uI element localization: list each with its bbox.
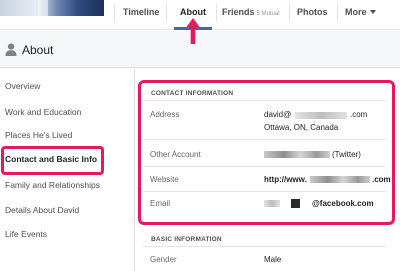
- tab-more-label: More: [345, 7, 367, 17]
- sidebar-item-overview[interactable]: Overview: [5, 81, 40, 91]
- tab-divider: [289, 4, 290, 22]
- sidebar-highlight-annotation: [1, 146, 104, 175]
- divider: [143, 246, 386, 247]
- mutual-friends-count: 5 Mutual: [256, 11, 280, 17]
- profile-tab-bar: Timeline About Friends 5 Mutual Photos Mo…: [0, 0, 400, 30]
- sidebar-item-places-lived[interactable]: Places He's Lived: [5, 130, 72, 140]
- sidebar-item-life-events[interactable]: Life Events: [5, 229, 47, 239]
- tab-friends[interactable]: Friends 5 Mutual: [222, 0, 280, 30]
- sidebar-item-details-about[interactable]: Details About David: [5, 205, 79, 215]
- cover-photo-thumbnail[interactable]: [0, 0, 104, 16]
- sidebar-item-family-relationships[interactable]: Family and Relationships: [5, 180, 100, 190]
- contact-info-highlight-annotation: [138, 80, 395, 225]
- tab-friends-label: Friends: [222, 7, 255, 17]
- arrow-up-icon: [186, 18, 200, 44]
- tab-more[interactable]: More: [345, 0, 376, 30]
- page-title: About: [22, 43, 54, 57]
- tab-timeline[interactable]: Timeline: [123, 0, 159, 30]
- tab-divider: [337, 4, 338, 22]
- gender-label: Gender: [150, 255, 177, 264]
- person-icon: [5, 43, 17, 56]
- tab-divider: [166, 4, 167, 22]
- basic-information-heading: BASIC INFORMATION: [151, 236, 222, 243]
- tab-photos[interactable]: Photos: [297, 0, 328, 30]
- tab-divider: [216, 4, 217, 22]
- about-section-header: [0, 31, 400, 68]
- tab-divider: [114, 4, 115, 22]
- gender-value: Male: [264, 255, 282, 264]
- chevron-down-icon: [369, 10, 376, 14]
- sidebar-item-work-education[interactable]: Work and Education: [5, 107, 81, 117]
